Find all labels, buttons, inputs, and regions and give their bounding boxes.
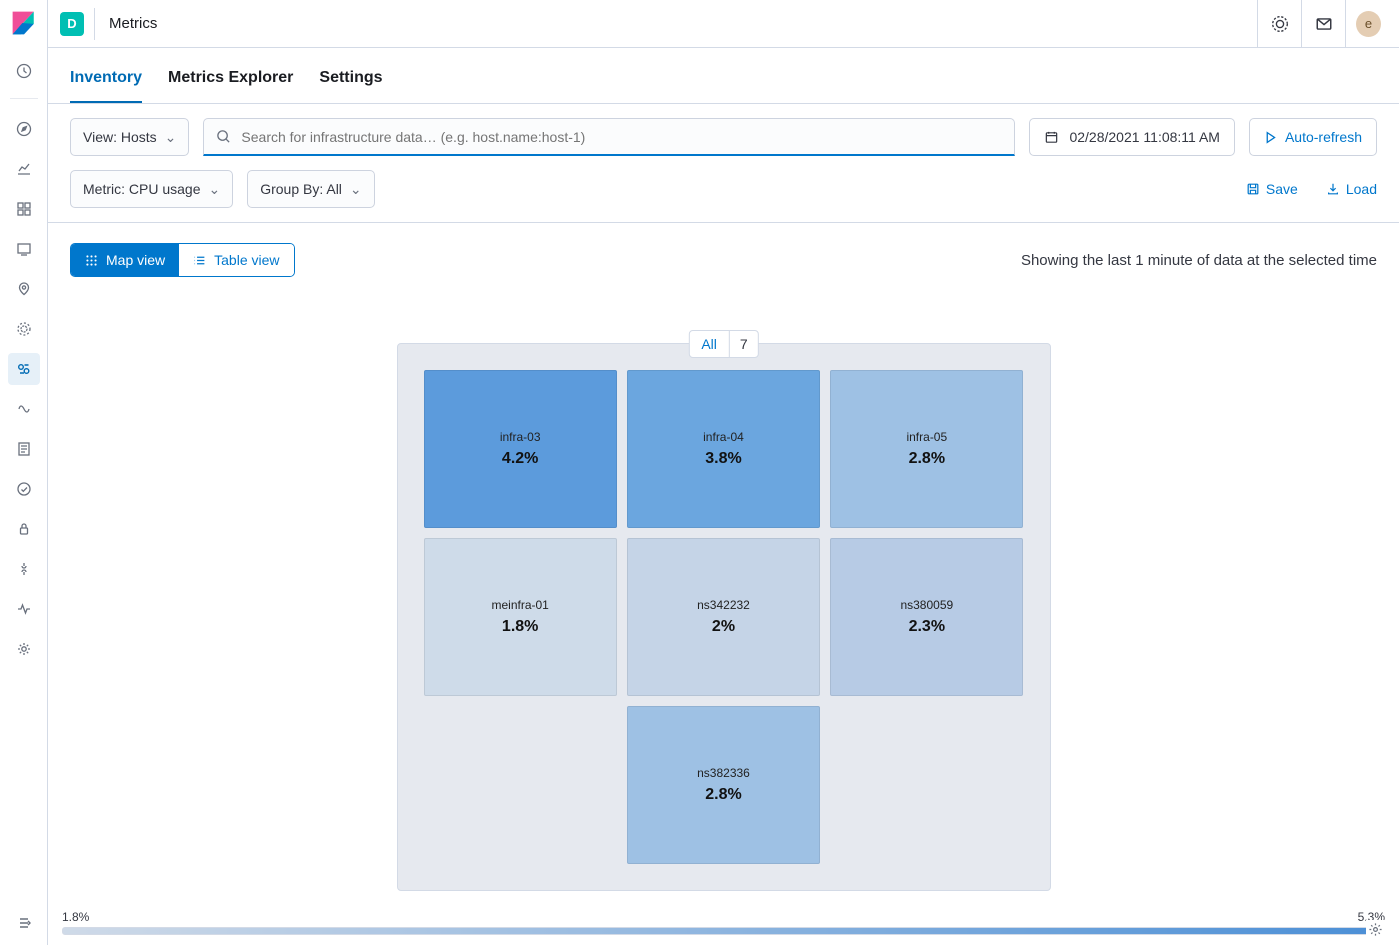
nav-visualize-icon[interactable] (8, 153, 40, 185)
chevron-down-icon: ⌄ (350, 181, 362, 198)
tab-metrics-explorer[interactable]: Metrics Explorer (168, 69, 293, 103)
host-name: infra-04 (703, 430, 744, 444)
space-selector[interactable]: D (60, 12, 84, 36)
host-value: 2.8% (705, 786, 741, 804)
load-view-button[interactable]: Load (1326, 181, 1377, 197)
nav-security-icon[interactable] (8, 513, 40, 545)
map-area: All 7 infra-03 4.2% infra-04 3.8% infra-… (48, 283, 1399, 945)
host-tile[interactable]: ns382336 2.8% (627, 706, 820, 864)
nav-logs-icon[interactable] (8, 433, 40, 465)
nav-dashboard-icon[interactable] (8, 193, 40, 225)
legend-gradient (62, 927, 1385, 935)
help-icon[interactable] (1257, 0, 1301, 48)
table-view-label: Table view (214, 252, 279, 268)
date-value: 02/28/2021 11:08:11 AM (1069, 129, 1220, 145)
play-icon (1264, 131, 1277, 144)
nav-apm-icon[interactable] (8, 393, 40, 425)
host-name: meinfra-01 (491, 598, 548, 612)
nav-ml-icon[interactable] (8, 313, 40, 345)
avatar: e (1356, 11, 1381, 37)
host-name: ns380059 (900, 598, 953, 612)
host-value: 2.3% (909, 618, 945, 636)
metric-selector-label: Metric: CPU usage (83, 181, 200, 197)
nav-dev-icon[interactable] (8, 553, 40, 585)
user-menu[interactable]: e (1345, 0, 1389, 48)
nav-observability-icon[interactable] (8, 353, 40, 385)
host-value: 2.8% (909, 450, 945, 468)
host-value: 3.8% (705, 450, 741, 468)
filter-bar: View: Hosts ⌄ 02/28/2021 11:08:11 AM Aut… (48, 104, 1399, 160)
view-selector-label: View: Hosts (83, 129, 157, 145)
status-text: Showing the last 1 minute of data at the… (1021, 252, 1377, 269)
calendar-icon (1044, 130, 1059, 145)
nav-discover-icon[interactable] (8, 113, 40, 145)
host-tile[interactable]: infra-05 2.8% (830, 370, 1023, 528)
host-name: ns342232 (697, 598, 750, 612)
page-title: Metrics (109, 15, 157, 32)
save-view-button[interactable]: Save (1246, 181, 1298, 197)
nav-uptime-icon[interactable] (8, 473, 40, 505)
autorefresh-label: Auto-refresh (1285, 129, 1362, 145)
nav-maps-icon[interactable] (8, 273, 40, 305)
host-map-group: All 7 infra-03 4.2% infra-04 3.8% infra-… (397, 343, 1051, 891)
host-tile[interactable]: infra-03 4.2% (424, 370, 617, 528)
metric-selector[interactable]: Metric: CPU usage ⌄ (70, 170, 233, 208)
list-icon (193, 254, 206, 267)
group-badge[interactable]: All 7 (688, 330, 758, 358)
nav-monitor-icon[interactable] (8, 593, 40, 625)
save-icon (1246, 182, 1260, 196)
nav-rail (0, 0, 48, 945)
host-tile[interactable]: meinfra-01 1.8% (424, 538, 617, 696)
tab-inventory[interactable]: Inventory (70, 69, 142, 103)
date-picker[interactable]: 02/28/2021 11:08:11 AM (1029, 118, 1235, 156)
host-tile[interactable]: ns342232 2% (627, 538, 820, 696)
divider (94, 8, 95, 40)
map-view-button[interactable]: Map view (71, 244, 179, 276)
legend-settings-icon[interactable] (1366, 920, 1385, 939)
group-name: All (689, 331, 729, 357)
view-toggle: Map view Table view (70, 243, 295, 277)
nav-recent-icon[interactable] (8, 55, 40, 87)
autorefresh-button[interactable]: Auto-refresh (1249, 118, 1377, 156)
nav-mgmt-icon[interactable] (8, 633, 40, 665)
chevron-down-icon: ⌄ (165, 129, 177, 146)
group-count: 7 (729, 331, 758, 357)
color-legend: 1.8% 5.3% (62, 910, 1385, 935)
chevron-down-icon: ⌄ (208, 181, 220, 198)
search-input[interactable] (241, 129, 1002, 145)
newsfeed-icon[interactable] (1301, 0, 1345, 48)
host-name: infra-03 (500, 430, 541, 444)
view-selector[interactable]: View: Hosts ⌄ (70, 118, 189, 156)
nav-expand-icon[interactable] (8, 907, 40, 939)
save-label: Save (1266, 181, 1298, 197)
import-icon (1326, 182, 1340, 196)
nav-canvas-icon[interactable] (8, 233, 40, 265)
table-view-button[interactable]: Table view (179, 244, 293, 276)
host-value: 2% (712, 618, 735, 636)
search-icon (216, 129, 231, 144)
map-view-label: Map view (106, 252, 165, 268)
host-value: 1.8% (502, 618, 538, 636)
view-row: Map view Table view Showing the last 1 m… (48, 223, 1399, 283)
grid-icon (85, 254, 98, 267)
host-name: ns382336 (697, 766, 750, 780)
tab-settings[interactable]: Settings (319, 69, 382, 103)
filter-bar-2: Metric: CPU usage ⌄ Group By: All ⌄ Save… (48, 160, 1399, 223)
topbar: D Metrics e (48, 0, 1399, 48)
groupby-selector[interactable]: Group By: All ⌄ (247, 170, 374, 208)
app-tabs: Inventory Metrics Explorer Settings (48, 48, 1399, 104)
load-label: Load (1346, 181, 1377, 197)
host-tile[interactable]: infra-04 3.8% (627, 370, 820, 528)
kibana-logo[interactable] (11, 10, 37, 36)
legend-min: 1.8% (62, 910, 89, 924)
host-tile[interactable]: ns380059 2.3% (830, 538, 1023, 696)
groupby-selector-label: Group By: All (260, 181, 342, 197)
search-bar[interactable] (203, 118, 1015, 156)
host-name: infra-05 (906, 430, 947, 444)
host-value: 4.2% (502, 450, 538, 468)
